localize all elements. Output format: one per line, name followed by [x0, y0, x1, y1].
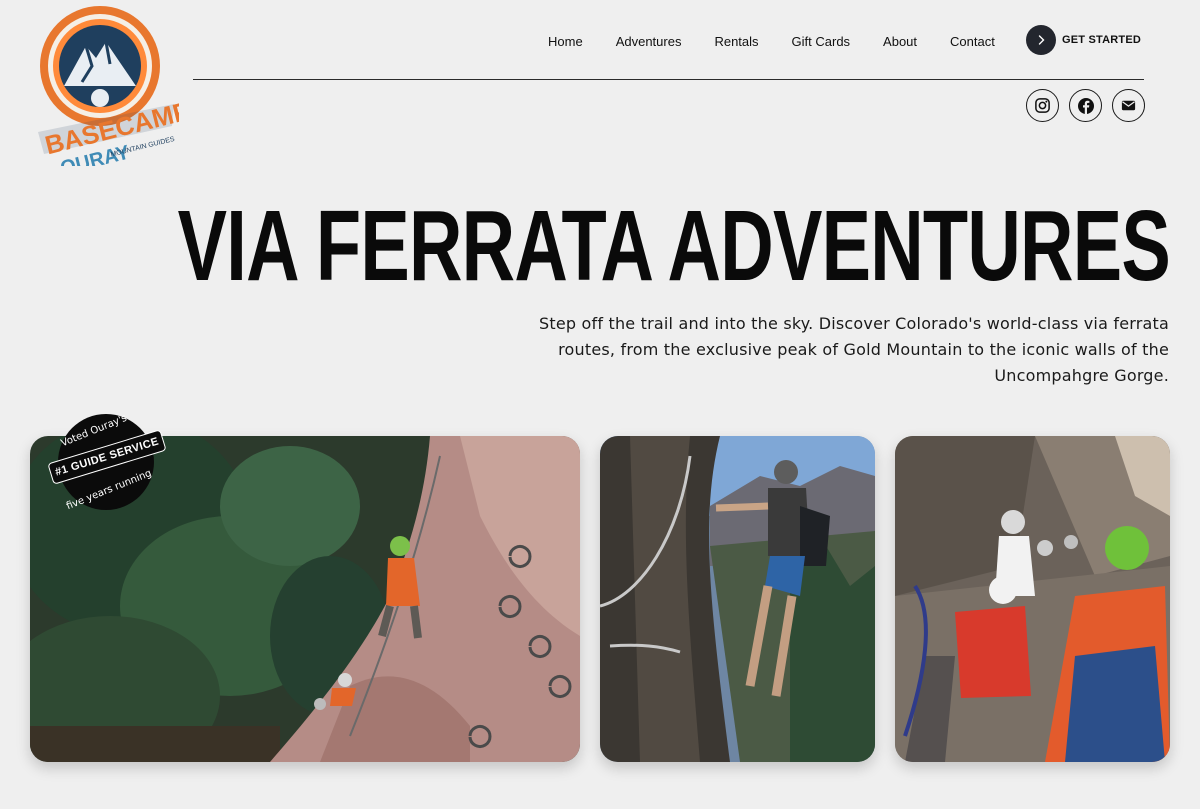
- award-badge: Voted Ouray's #1 GUIDE SERVICE five year…: [44, 409, 170, 513]
- get-started-label: GET STARTED: [1062, 34, 1141, 46]
- nav-home[interactable]: Home: [548, 34, 583, 49]
- mail-icon: [1121, 100, 1136, 111]
- chevron-right-icon: [1026, 25, 1056, 55]
- main-nav: Home Adventures Rentals Gift Cards About…: [548, 24, 1028, 58]
- nav-rentals[interactable]: Rentals: [714, 34, 758, 49]
- social-links: [1026, 89, 1145, 122]
- brand-logo[interactable]: BASECAMP OURAY MOUNTAIN GUIDES: [34, 4, 179, 166]
- photo-family-climbing: [895, 436, 1170, 762]
- facebook-button[interactable]: [1069, 89, 1102, 122]
- instagram-icon: [1035, 98, 1050, 113]
- nav-adventures[interactable]: Adventures: [616, 34, 682, 49]
- header-divider: [193, 79, 1144, 80]
- get-started-button[interactable]: GET STARTED: [1026, 25, 1141, 55]
- mail-button[interactable]: [1112, 89, 1145, 122]
- hero-subtitle: Step off the trail and into the sky. Dis…: [539, 314, 1169, 385]
- page-title: VIA FERRATA ADVENTURES: [177, 190, 1171, 302]
- instagram-button[interactable]: [1026, 89, 1059, 122]
- nav-contact[interactable]: Contact: [950, 34, 995, 49]
- nav-gift-cards[interactable]: Gift Cards: [792, 34, 851, 49]
- photo-cliff-climber: [600, 436, 875, 762]
- facebook-icon: [1077, 97, 1094, 114]
- nav-about[interactable]: About: [883, 34, 917, 49]
